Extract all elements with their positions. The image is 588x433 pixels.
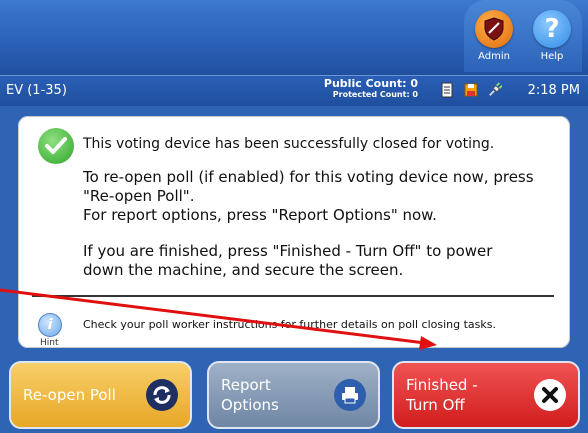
finished-turn-off-label: Finished - Turn Off: [406, 375, 478, 415]
message-panel: This voting device has been successfully…: [18, 116, 570, 348]
checkmark-icon: [38, 128, 74, 164]
clock: 2:18 PM: [527, 83, 580, 98]
report-options-label: Report Options: [221, 375, 279, 415]
status-icons: [440, 82, 502, 98]
power-plug-icon: [489, 82, 502, 96]
close-x-icon: [534, 379, 566, 411]
refresh-icon: [146, 379, 178, 411]
shield-icon: [475, 10, 513, 48]
closed-message: This voting device has been successfully…: [83, 136, 495, 152]
reopen-instruction: To re-open poll (if enabled) for this vo…: [83, 168, 534, 206]
top-bar: Admin ? Help: [0, 0, 588, 75]
reopen-poll-button[interactable]: Re-open Poll: [9, 361, 192, 429]
finish-instruction-line-1: If you are finished, press "Finished - T…: [83, 242, 493, 260]
public-count: Public Count: 0: [323, 77, 418, 90]
reopen-instruction-line-2: "Re-open Poll".: [83, 187, 195, 205]
divider: [32, 295, 554, 297]
protected-count: Protected Count: 0: [332, 90, 418, 99]
report-options-button[interactable]: Report Options: [207, 361, 380, 429]
hint-text: Check your poll worker instructions for …: [83, 318, 496, 331]
report-options-line-1: Report: [221, 376, 271, 394]
printer-icon: [334, 379, 366, 411]
finish-instruction-line-2: down the machine, and secure the screen.: [83, 261, 404, 279]
printer-status-icon: [441, 82, 453, 98]
help-button[interactable]: ? Help: [524, 10, 580, 70]
disk-icon: [464, 83, 478, 97]
report-instruction: For report options, press "Report Option…: [83, 206, 437, 224]
precinct-label: EV (1-35): [6, 83, 67, 98]
question-icon: ?: [533, 10, 571, 48]
report-options-line-2: Options: [221, 396, 279, 414]
finished-turn-off-button[interactable]: Finished - Turn Off: [392, 361, 580, 429]
finished-line-2: Turn Off: [406, 396, 465, 414]
top-tabs: Admin ? Help: [464, 0, 582, 72]
admin-label: Admin: [478, 51, 510, 62]
finished-line-1: Finished -: [406, 376, 478, 394]
admin-button[interactable]: Admin: [466, 10, 522, 70]
hint-label: Hint: [40, 338, 59, 348]
reopen-poll-label: Re-open Poll: [23, 386, 116, 404]
info-icon[interactable]: i: [38, 313, 62, 337]
counts: Public Count: 0 Protected Count: 0: [298, 77, 418, 99]
status-bar: EV (1-35) Public Count: 0 Protected Coun…: [0, 75, 588, 106]
help-label: Help: [540, 51, 564, 62]
reopen-instruction-line-1: To re-open poll (if enabled) for this vo…: [83, 168, 534, 186]
